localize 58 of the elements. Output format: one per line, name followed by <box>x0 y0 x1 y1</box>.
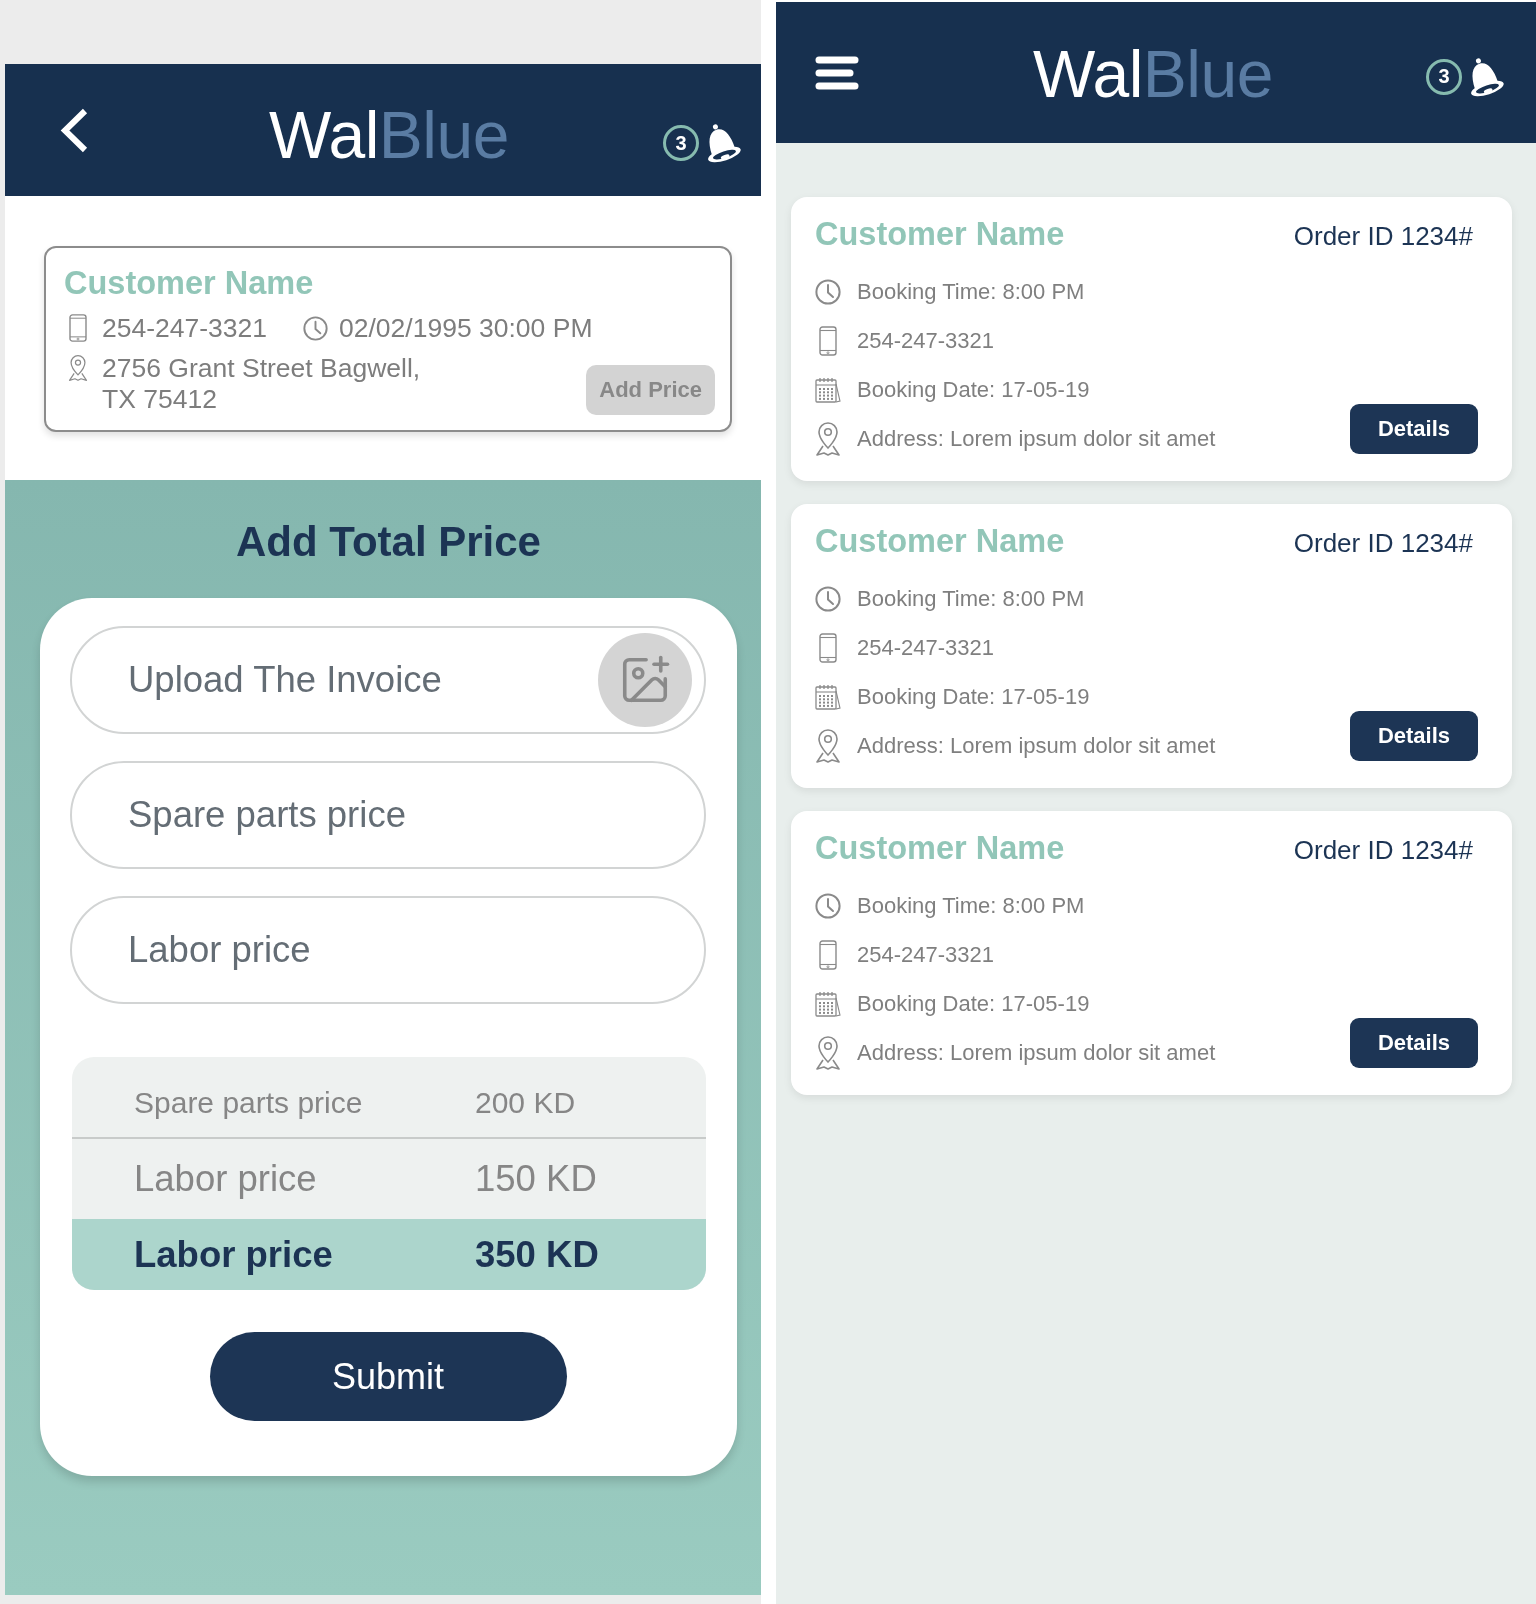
order-id: Order ID 1234# <box>1293 834 1473 867</box>
clock-icon <box>302 315 328 341</box>
address-text: 2756 Grant Street Bagwell, TX 75412 <box>102 353 422 415</box>
date-text: Booking Date: 17-05-19 <box>857 376 1090 403</box>
summary-value: 200 KD <box>475 1086 577 1120</box>
section-title: Add Total Price <box>235 518 542 566</box>
customer-name: Customer Name <box>815 216 1065 252</box>
chevron-left-icon[interactable] <box>58 107 89 153</box>
location-pin-icon <box>815 727 841 764</box>
calendar-icon <box>815 683 841 710</box>
logo-text: WalBlue <box>269 102 509 168</box>
menu-icon[interactable] <box>815 55 859 90</box>
time-text: 02/02/1995 30:00 PM <box>339 312 593 344</box>
total-label: Labor price <box>134 1233 334 1276</box>
total-value: 350 KD <box>475 1233 600 1276</box>
customer-name: Customer Name <box>815 830 1065 866</box>
details-button[interactable]: Details <box>1350 711 1478 761</box>
details-button[interactable]: Details <box>1350 404 1478 454</box>
notification-badge: 3 <box>663 125 699 161</box>
location-pin-icon <box>68 354 88 382</box>
address-text: Address: Lorem ipsum dolor sit amet <box>857 1039 1216 1066</box>
order-id: Order ID 1234# <box>1293 220 1473 253</box>
logo-text: WalBlue <box>1033 40 1273 107</box>
phone-icon <box>819 632 837 663</box>
price-input[interactable]: Spare parts price <box>70 761 706 869</box>
phone-number: 254-247-3321 <box>857 941 994 968</box>
summary-label: Labor price <box>134 1158 318 1200</box>
time-text: Booking Time: 8:00 PM <box>857 585 1085 612</box>
address-text: Address: Lorem ipsum dolor sit amet <box>857 732 1216 759</box>
phone-icon <box>819 939 837 970</box>
calendar-icon <box>815 376 841 403</box>
phone-number: 254-247-3321 <box>857 327 994 354</box>
phone-icon <box>819 325 837 356</box>
location-pin-icon <box>815 420 841 457</box>
notification-badge: 3 <box>1426 58 1462 95</box>
image-plus-icon[interactable] <box>598 633 692 727</box>
clock-icon <box>815 278 841 305</box>
phone-number: 254-247-3321 <box>857 634 994 661</box>
customer-name: Customer Name <box>64 264 315 302</box>
customer-name: Customer Name <box>815 523 1065 559</box>
address-text: Address: Lorem ipsum dolor sit amet <box>857 425 1216 452</box>
date-text: Booking Date: 17-05-19 <box>857 990 1090 1017</box>
upload-field[interactable]: Upload The Invoice <box>70 626 706 734</box>
phone-number: 254-247-3321 <box>102 312 268 344</box>
time-text: Booking Time: 8:00 PM <box>857 278 1085 305</box>
clock-icon <box>815 892 841 919</box>
summary-label: Spare parts price <box>134 1086 364 1120</box>
price-input[interactable]: Labor price <box>70 896 706 1004</box>
calendar-icon <box>815 990 841 1017</box>
clock-icon <box>815 585 841 612</box>
time-text: Booking Time: 8:00 PM <box>857 892 1085 919</box>
summary-value: 150 KD <box>475 1158 598 1200</box>
order-id: Order ID 1234# <box>1293 527 1473 560</box>
date-text: Booking Date: 17-05-19 <box>857 683 1090 710</box>
submit-button[interactable]: Submit <box>209 1332 567 1421</box>
location-pin-icon <box>815 1034 841 1071</box>
phone-icon <box>69 314 87 342</box>
details-button[interactable]: Details <box>1350 1018 1478 1068</box>
